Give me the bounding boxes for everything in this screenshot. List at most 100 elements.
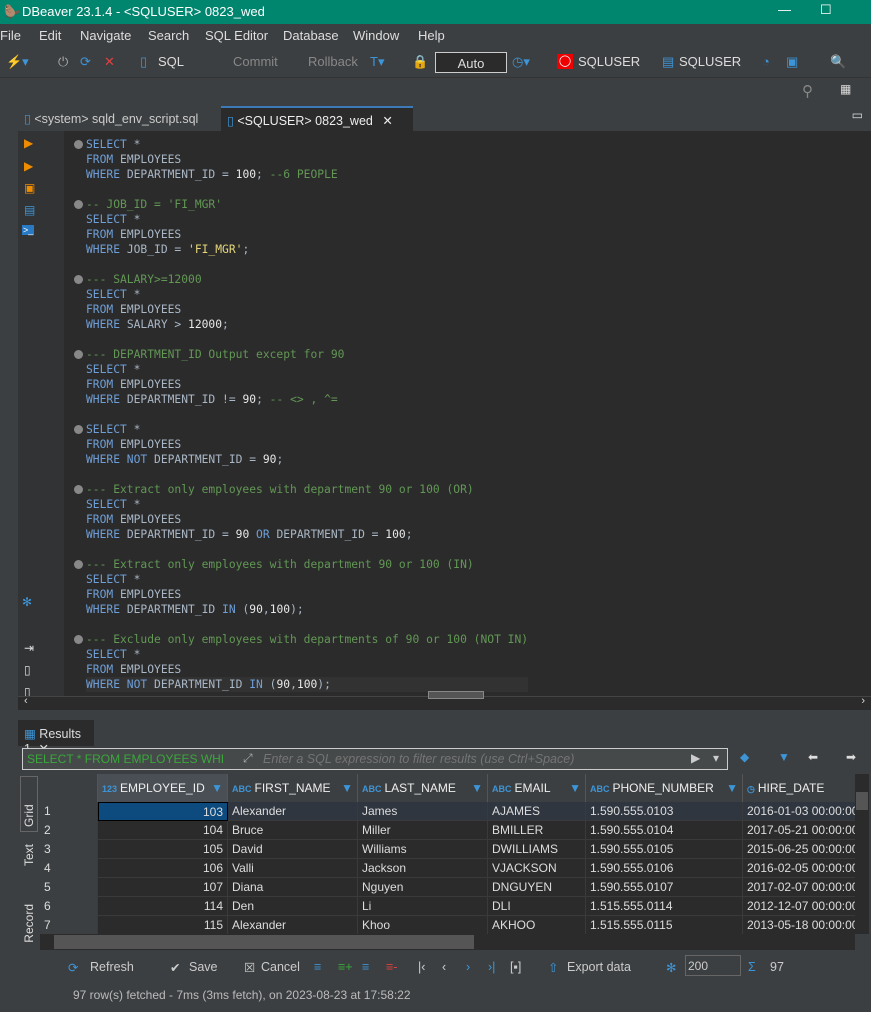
table-cell[interactable]: 1.590.555.0105 (586, 840, 743, 859)
sql-editor[interactable]: ▶ ▶ ▣ ▤ >_ ✻ ⇥ ▯ ▯ SELECT * FROM EMPLOYEE… (18, 131, 871, 699)
save-button[interactable]: Save (189, 960, 218, 974)
history-icon[interactable]: ◷▾ (512, 54, 530, 70)
export-data-button[interactable]: Export data (567, 960, 631, 974)
table-cell[interactable]: 1.590.555.0107 (586, 878, 743, 897)
table-row[interactable]: 3 105 David Williams DWILLIAMS 1.590.555.0105… (40, 840, 858, 859)
expand-icon[interactable]: ⤢ (243, 751, 253, 766)
table-cell[interactable]: Williams (358, 840, 488, 859)
clear-filter-icon[interactable]: ◆ (740, 750, 749, 764)
code-line[interactable]: --- Extract only employees with departme… (74, 482, 528, 497)
code-line[interactable]: FROM EMPLOYEES (86, 377, 528, 392)
code-line[interactable]: WHERE JOB_ID = 'FI_MGR'; (86, 242, 528, 257)
scroll-right-icon[interactable]: › (861, 695, 865, 707)
table-cell[interactable]: DWILLIAMS (488, 840, 586, 859)
table-cell[interactable]: 1.590.555.0104 (586, 821, 743, 840)
code-line[interactable] (86, 542, 528, 557)
export-icon[interactable]: ⇥ (24, 641, 34, 655)
table-cell[interactable]: DNGUYEN (488, 878, 586, 897)
code-line[interactable]: SELECT * (86, 287, 528, 302)
code-line[interactable] (86, 332, 528, 347)
transaction-mode-icon[interactable]: T▾ (370, 54, 384, 70)
code-line[interactable]: --- Extract only employees with departme… (74, 557, 528, 572)
maximize-button[interactable]: ☐ (820, 2, 832, 18)
menu-file[interactable]: File (0, 28, 21, 43)
tab-grid[interactable]: Grid (20, 776, 38, 832)
settings-icon[interactable]: ✻ (666, 960, 676, 975)
lock-icon[interactable]: 🔒 (412, 54, 428, 70)
table-cell[interactable]: Alexander (228, 802, 358, 821)
filter-icon[interactable]: ▼ (778, 750, 790, 764)
fold-toggle-icon[interactable] (74, 200, 83, 209)
table-cell[interactable]: 106 (98, 859, 228, 878)
auto-commit-mode[interactable]: Auto (435, 52, 507, 73)
fetch-size-input[interactable] (685, 955, 741, 976)
table-cell[interactable]: David (228, 840, 358, 859)
add-row-icon[interactable]: ≡+ (338, 960, 353, 974)
table-cell[interactable]: 1.515.555.0115 (586, 916, 743, 935)
table-cell[interactable]: Den (228, 897, 358, 916)
table-cell[interactable]: Alexander (228, 916, 358, 935)
last-page-icon[interactable]: ›| (488, 960, 495, 974)
code-line[interactable]: SELECT * (86, 497, 528, 512)
table-cell[interactable]: AJAMES (488, 802, 586, 821)
plug-icon[interactable]: ⏻ (58, 54, 68, 70)
editor-horizontal-scrollbar[interactable]: ‹ › (18, 691, 871, 710)
execute-new-tab-icon[interactable]: ▶ (24, 159, 33, 173)
menu-window[interactable]: Window (353, 28, 399, 43)
code-line[interactable] (86, 182, 528, 197)
menu-database[interactable]: Database (283, 28, 339, 43)
tasks-icon[interactable]: ▣ (786, 54, 798, 70)
code-line[interactable]: WHERE SALARY > 12000; (86, 317, 528, 332)
row-number-header[interactable] (40, 774, 98, 802)
apply-filter-icon[interactable]: ▶ (691, 751, 700, 765)
filter-history-icon[interactable]: ▾ (713, 751, 719, 765)
code-line[interactable]: FROM EMPLOYEES (86, 587, 528, 602)
code-line[interactable]: FROM EMPLOYEES (86, 227, 528, 242)
menu-help[interactable]: Help (418, 28, 445, 43)
explain-plan-icon[interactable]: ▤ (24, 203, 35, 217)
fold-toggle-icon[interactable] (74, 140, 83, 149)
scrollbar-thumb[interactable] (856, 792, 868, 810)
row-count-icon[interactable]: Σ (748, 960, 756, 974)
panel-splitter[interactable] (428, 691, 484, 699)
code-line[interactable]: WHERE DEPARTMENT_ID = 100; --6 PEOPLE (86, 167, 528, 182)
scrollbar-thumb[interactable] (54, 935, 474, 949)
table-cell[interactable]: 1.590.555.0106 (586, 859, 743, 878)
code-line[interactable]: --- DEPARTMENT_ID Output except for 90 (74, 347, 528, 362)
code-line[interactable]: -- JOB_ID = 'FI_MGR' (74, 197, 528, 212)
table-cell[interactable]: BMILLER (488, 821, 586, 840)
file-icon[interactable]: ▯ (24, 663, 31, 677)
refresh-button[interactable]: Refresh (90, 960, 134, 974)
column-header[interactable]: ABC EMAIL ▼ (488, 774, 586, 802)
fold-toggle-icon[interactable] (74, 275, 83, 284)
table-cell[interactable]: 104 (98, 821, 228, 840)
tab-sqld-env-script[interactable]: ▯ <system> sqld_env_script.sql (18, 106, 218, 131)
table-cell[interactable]: Valli (228, 859, 358, 878)
code-line[interactable]: SELECT * (86, 212, 528, 227)
table-cell[interactable]: Miller (358, 821, 488, 840)
code-line[interactable]: SELECT * (74, 422, 528, 437)
table-cell[interactable]: VJACKSON (488, 859, 586, 878)
copy-row-icon[interactable]: ≡ (362, 960, 369, 974)
tab-0823-wed[interactable]: ▯ <SQLUSER> 0823_wed ✕ (221, 106, 413, 131)
sort-icon[interactable]: ▼ (726, 781, 738, 795)
execute-statement-icon[interactable]: ▶ (24, 136, 33, 150)
fold-toggle-icon[interactable] (74, 560, 83, 569)
sql-button[interactable]: SQL (158, 54, 184, 69)
active-connection-selector[interactable]: SQLUSER (578, 54, 640, 69)
menu-sql-editor[interactable]: SQL Editor (205, 28, 268, 43)
code-line[interactable]: WHERE NOT DEPARTMENT_ID = 90; (86, 452, 528, 467)
disconnect-icon[interactable]: ✕ (104, 54, 115, 70)
code-line[interactable]: SELECT * (86, 647, 528, 662)
fold-toggle-icon[interactable] (74, 425, 83, 434)
grid-vertical-scrollbar[interactable] (855, 774, 869, 934)
tab-results-1[interactable]: ▦ Results 1 ✕ (18, 720, 94, 756)
next-page-icon[interactable]: › (466, 960, 470, 974)
back-icon[interactable]: ⬅ (808, 750, 818, 764)
results-grid[interactable]: 123 EMPLOYEE_ID ▼ ABC FIRST_NAME ▼ ABC LAST_NAM… (40, 774, 858, 935)
fold-toggle-icon[interactable] (74, 485, 83, 494)
forward-icon[interactable]: ➡ (846, 750, 856, 764)
code-line[interactable]: WHERE DEPARTMENT_ID != 90; -- <> , ^= (86, 392, 528, 407)
sort-icon[interactable]: ▼ (471, 781, 483, 795)
code-line[interactable]: FROM EMPLOYEES (86, 152, 528, 167)
